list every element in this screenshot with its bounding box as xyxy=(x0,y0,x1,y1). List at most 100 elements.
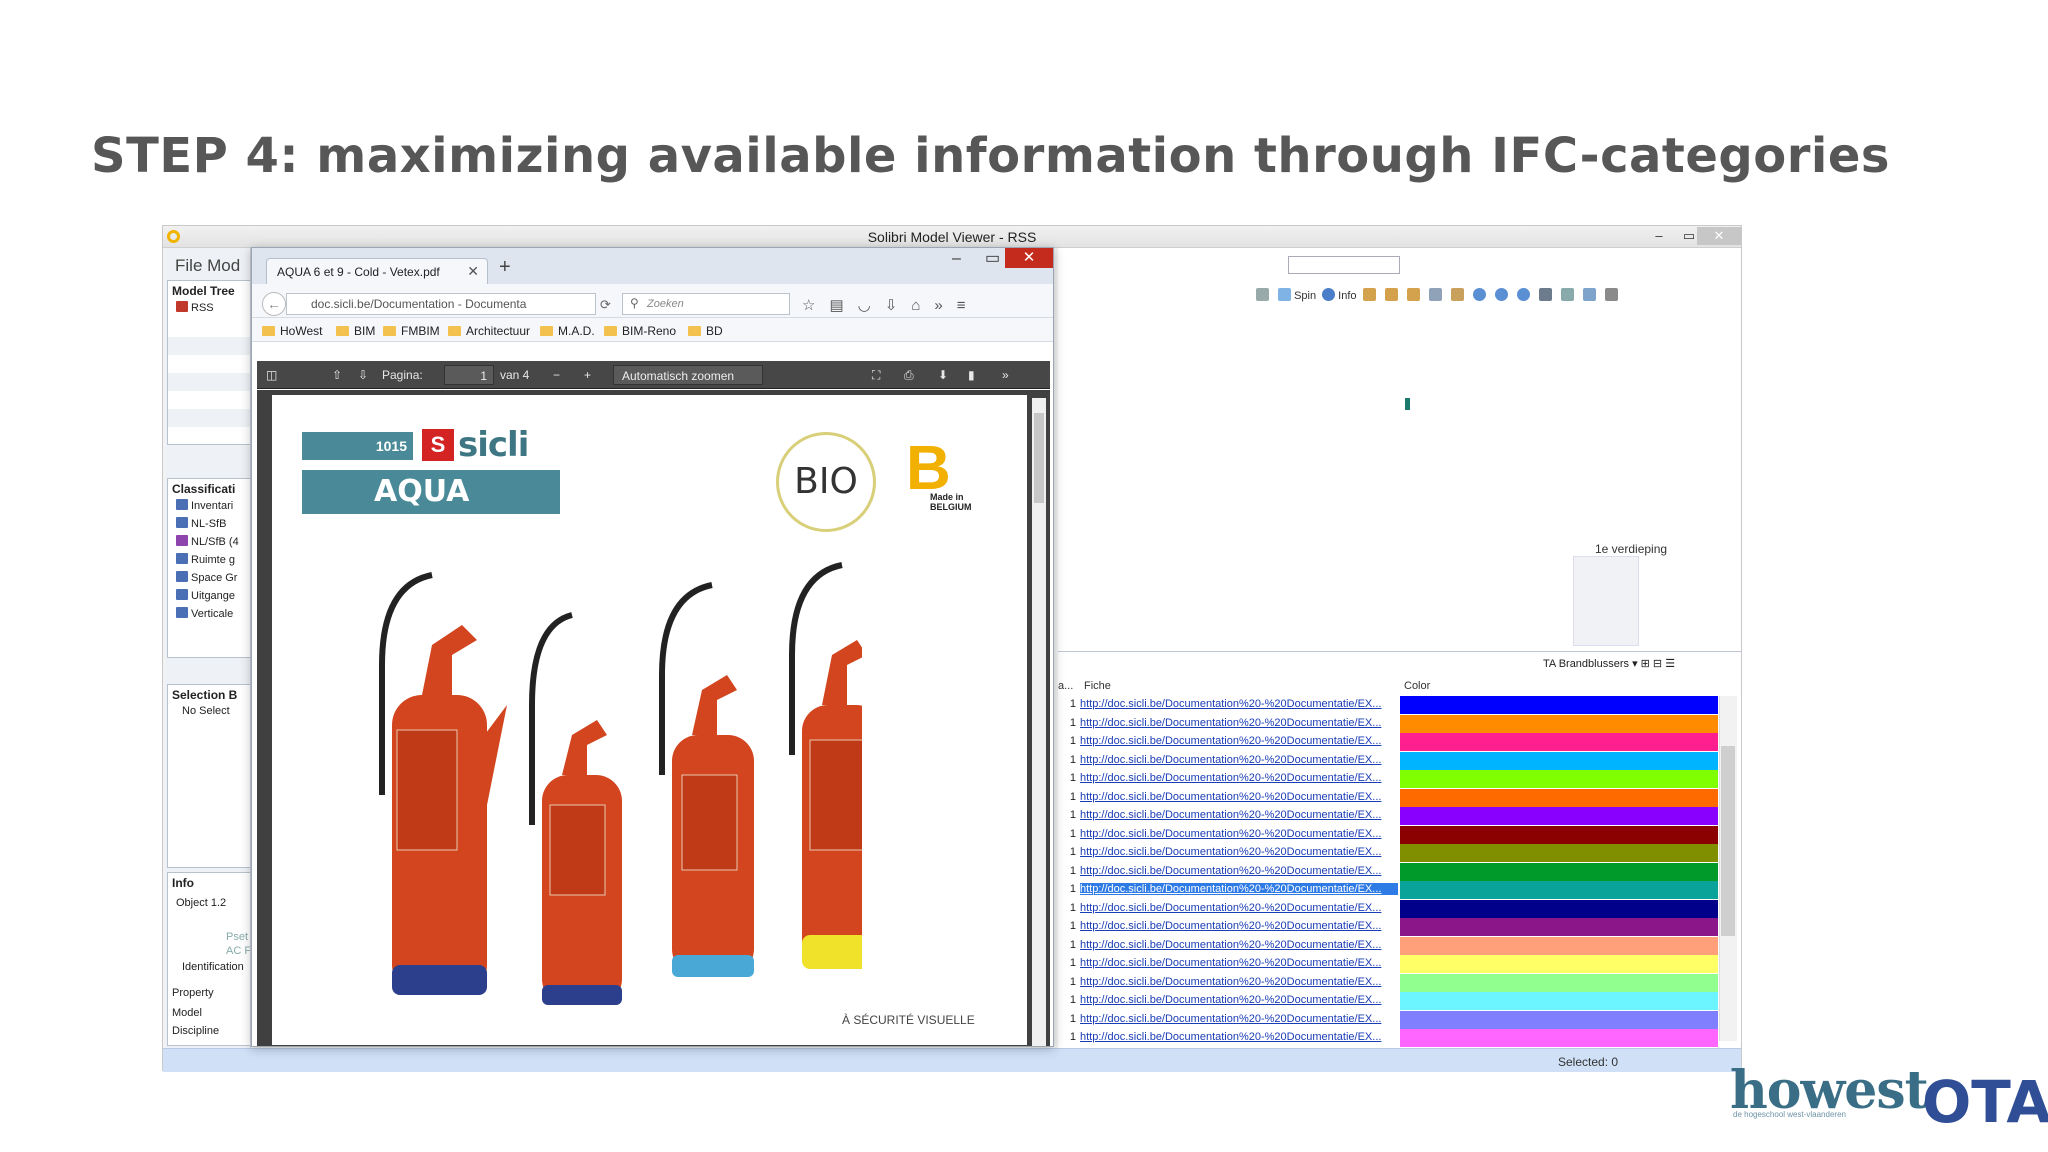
bookmark-folder[interactable]: BD xyxy=(688,324,723,338)
table-row[interactable]: 1 http://doc.sicli.be/Documentation%20-%2… xyxy=(1058,1029,1718,1048)
row-fiche-link[interactable]: http://doc.sicli.be/Documentation%20-%20… xyxy=(1080,939,1398,951)
box-icon[interactable] xyxy=(1450,288,1464,301)
page-number-input[interactable]: 1 xyxy=(444,365,494,385)
view-cube-icon[interactable] xyxy=(1362,288,1376,301)
classification-item[interactable]: Inventari xyxy=(176,499,233,512)
layout-icon[interactable] xyxy=(1583,288,1597,301)
solibri-search-input[interactable] xyxy=(1288,256,1400,274)
tools-icon[interactable]: » xyxy=(1002,368,1009,382)
row-fiche-link[interactable]: http://doc.sicli.be/Documentation%20-%20… xyxy=(1080,791,1398,803)
zoom-in-icon[interactable] xyxy=(1494,288,1508,301)
download-pdf-icon[interactable]: ⬇ xyxy=(938,368,948,382)
row-fiche-link[interactable]: http://doc.sicli.be/Documentation%20-%20… xyxy=(1080,1031,1398,1043)
menu-icon[interactable]: ≡ xyxy=(957,297,980,314)
row-fiche-link[interactable]: http://doc.sicli.be/Documentation%20-%20… xyxy=(1080,865,1398,877)
row-fiche-link[interactable]: http://doc.sicli.be/Documentation%20-%20… xyxy=(1080,754,1398,766)
row-fiche-link[interactable]: http://doc.sicli.be/Documentation%20-%20… xyxy=(1080,920,1398,932)
row-fiche-link[interactable]: http://doc.sicli.be/Documentation%20-%20… xyxy=(1080,828,1398,840)
classification-item[interactable]: Space Gr xyxy=(176,571,237,584)
table-row[interactable]: 1 http://doc.sicli.be/Documentation%20-%2… xyxy=(1058,751,1718,771)
bookmark-folder[interactable]: HoWest xyxy=(262,324,322,338)
row-fiche-link[interactable]: http://doc.sicli.be/Documentation%20-%20… xyxy=(1080,994,1398,1006)
classification-item[interactable]: NL/SfB (4 xyxy=(176,535,239,548)
table-row[interactable]: 1 http://doc.sicli.be/Documentation%20-%2… xyxy=(1058,788,1718,808)
table-row[interactable]: 1 http://doc.sicli.be/Documentation%20-%2… xyxy=(1058,844,1718,863)
floor-navigator[interactable] xyxy=(1573,556,1639,646)
pocket-icon[interactable]: ◡ xyxy=(858,297,885,314)
walk-icon[interactable] xyxy=(1428,288,1442,301)
column-fiche[interactable]: Fiche xyxy=(1084,680,1111,692)
firefox-minimize-button[interactable]: – xyxy=(952,250,961,268)
spin-icon[interactable] xyxy=(1278,288,1292,301)
tab-close-icon[interactable]: ✕ xyxy=(467,263,479,280)
bookmark-folder[interactable]: M.A.D. xyxy=(540,324,595,338)
info-label[interactable]: Info xyxy=(1338,290,1356,302)
home-icon[interactable]: ⌂ xyxy=(911,297,934,314)
pdf-scroll-thumb[interactable] xyxy=(1034,413,1044,503)
previous-page-icon[interactable]: ⇧ xyxy=(332,368,342,382)
selection-item[interactable]: No Select xyxy=(182,705,230,717)
window-icon[interactable] xyxy=(1561,288,1575,301)
fullscreen-icon[interactable]: ⛶ xyxy=(872,368,880,383)
zoom-select[interactable]: Automatisch zoomen xyxy=(613,365,763,385)
row-fiche-link[interactable]: http://doc.sicli.be/Documentation%20-%20… xyxy=(1080,772,1398,784)
classification-item[interactable]: Uitgange xyxy=(176,589,235,602)
row-fiche-link[interactable]: http://doc.sicli.be/Documentation%20-%20… xyxy=(1080,717,1398,729)
row-fiche-link[interactable]: http://doc.sicli.be/Documentation%20-%20… xyxy=(1080,1013,1398,1025)
table-row[interactable]: 1 http://doc.sicli.be/Documentation%20-%2… xyxy=(1058,936,1718,956)
classification-item[interactable]: Ruimte g xyxy=(176,553,235,566)
table-row[interactable]: 1 http://doc.sicli.be/Documentation%20-%2… xyxy=(1058,1010,1718,1030)
zoom-out-icon[interactable] xyxy=(1517,288,1531,301)
table-row[interactable]: 1 http://doc.sicli.be/Documentation%20-%2… xyxy=(1058,770,1718,789)
bookmark-star-icon[interactable]: ☆ xyxy=(802,297,829,314)
zoom-fit-icon[interactable] xyxy=(1472,288,1486,301)
bookmark-folder[interactable]: FMBIM xyxy=(383,324,440,338)
table-toolbar[interactable]: TA Brandblussers ▾ ⊞ ⊟ ☰ xyxy=(1543,657,1675,670)
table-row[interactable]: 1 http://doc.sicli.be/Documentation%20-%2… xyxy=(1058,825,1718,845)
firefox-maximize-button[interactable]: ▭ xyxy=(985,248,1000,268)
info-tab-ac[interactable]: AC F xyxy=(226,945,250,957)
info-tab-pset[interactable]: Pset xyxy=(226,931,248,943)
row-fiche-link[interactable]: http://doc.sicli.be/Documentation%20-%20… xyxy=(1080,809,1398,821)
column-amount[interactable]: a... xyxy=(1058,680,1073,692)
print-icon[interactable]: ⎙ xyxy=(904,368,914,383)
download-icon[interactable]: ⇩ xyxy=(885,297,912,314)
table-row[interactable]: 1 http://doc.sicli.be/Documentation%20-%2… xyxy=(1058,807,1718,826)
row-fiche-link[interactable]: http://doc.sicli.be/Documentation%20-%20… xyxy=(1080,735,1398,747)
table-row[interactable]: 1 http://doc.sicli.be/Documentation%20-%2… xyxy=(1058,973,1718,993)
solibri-menu-bar[interactable]: File Mod xyxy=(175,256,240,276)
zoom-out-button[interactable]: − xyxy=(553,368,560,382)
table-row[interactable]: 1 http://doc.sicli.be/Documentation%20-%2… xyxy=(1058,881,1718,900)
reload-icon[interactable]: ⟳ xyxy=(600,297,611,313)
url-bar[interactable]: doc.sicli.be/Documentation - Documenta xyxy=(286,293,596,315)
row-fiche-link[interactable]: http://doc.sicli.be/Documentation%20-%20… xyxy=(1080,902,1398,914)
bookmark-pdf-icon[interactable]: ▮ xyxy=(968,368,975,382)
row-fiche-link[interactable]: http://doc.sicli.be/Documentation%20-%20… xyxy=(1080,846,1398,858)
bookmark-folder[interactable]: BIM-Reno xyxy=(604,324,676,338)
bookmark-folder[interactable]: BIM xyxy=(336,324,375,338)
select-icon[interactable] xyxy=(1539,288,1553,301)
overflow-icon[interactable]: » xyxy=(934,297,956,314)
table-row[interactable]: 1 http://doc.sicli.be/Documentation%20-%2… xyxy=(1058,862,1718,882)
undo-icon[interactable] xyxy=(1256,288,1269,301)
view-side-icon[interactable] xyxy=(1406,288,1420,301)
classification-item[interactable]: NL-SfB xyxy=(176,517,226,530)
view-front-icon[interactable] xyxy=(1384,288,1398,301)
info-icon[interactable] xyxy=(1322,288,1336,301)
new-tab-button[interactable]: + xyxy=(499,256,511,279)
next-page-icon[interactable]: ⇩ xyxy=(358,368,368,382)
layers-icon[interactable] xyxy=(1605,288,1619,301)
zoom-in-button[interactable]: + xyxy=(584,368,591,382)
row-fiche-link[interactable]: http://doc.sicli.be/Documentation%20-%20… xyxy=(1080,698,1398,710)
row-fiche-link[interactable]: http://doc.sicli.be/Documentation%20-%20… xyxy=(1080,957,1398,969)
classification-item[interactable]: Verticale xyxy=(176,607,233,620)
table-filter-label[interactable]: TA Brandblussers xyxy=(1543,658,1629,670)
reading-list-icon[interactable]: ▤ xyxy=(829,297,857,314)
row-fiche-link[interactable]: http://doc.sicli.be/Documentation%20-%20… xyxy=(1080,883,1398,895)
tree-item-rss[interactable]: RSS xyxy=(176,301,214,314)
solibri-close-button[interactable]: ✕ xyxy=(1697,227,1741,245)
column-color[interactable]: Color xyxy=(1404,680,1430,692)
table-row[interactable]: 1 http://doc.sicli.be/Documentation%20-%2… xyxy=(1058,899,1718,919)
bookmark-folder[interactable]: Architectuur xyxy=(448,324,530,338)
sidebar-toggle-icon[interactable]: ◫ xyxy=(266,368,277,382)
